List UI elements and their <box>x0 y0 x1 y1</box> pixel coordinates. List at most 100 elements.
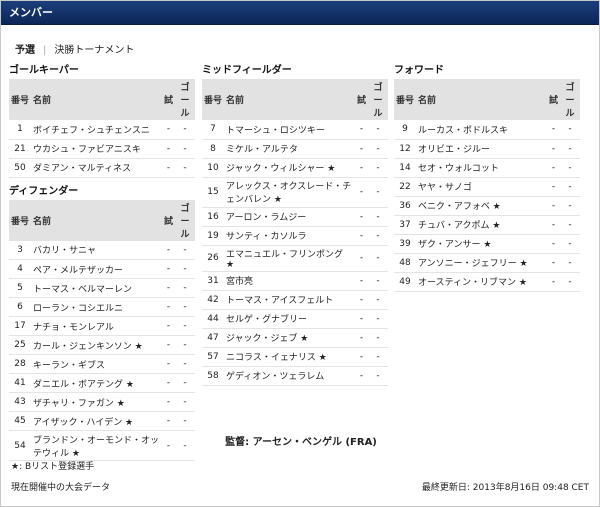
player-name[interactable]: エマニュエル・フリンポング ★ <box>224 245 355 272</box>
player-name[interactable]: ヤヤ・サノゴ <box>416 177 547 197</box>
player-name[interactable]: ナチョ・モンレアル <box>31 316 162 336</box>
player-name[interactable]: ルーカス・ポドルスキ <box>416 120 547 140</box>
player-name[interactable]: ザチャリ・ファガン ★ <box>31 392 162 412</box>
player-name[interactable]: キーラン・ギブス <box>31 354 162 374</box>
player-name[interactable]: ベニク・アフォベ ★ <box>416 196 547 216</box>
player-name[interactable]: ミケル・アルテタ <box>224 139 355 159</box>
player-matches: - <box>354 158 368 178</box>
midfielders-body: 7 トマーシュ・ロシツキー - -8 ミケル・アルテタ - -10 ジャック・ウィルシャー ★… <box>202 120 388 386</box>
table-row: 21 ウカシュ・ファビアニスキ - - <box>9 139 195 159</box>
player-name[interactable]: ジャック・ジェブ ★ <box>224 328 355 348</box>
player-name[interactable]: アンソニー・ジェフリー ★ <box>416 253 547 273</box>
forwards-body: 9 ルーカス・ポドルスキ - -12 オリビエ・ジルー - -14 セオ・ウォルコット - -22… <box>394 120 580 292</box>
player-number: 25 <box>9 335 31 355</box>
player-number: 6 <box>9 297 31 317</box>
player-name[interactable]: セルゲ・グナブリー <box>224 309 355 329</box>
player-goals: - <box>368 177 388 208</box>
player-matches: - <box>161 240 175 260</box>
table-row: 7 トマーシュ・ロシツキー - - <box>202 120 388 140</box>
col-matches: 試 <box>161 199 175 241</box>
player-matches: - <box>161 392 175 412</box>
player-number: 26 <box>202 245 224 272</box>
player-matches: - <box>546 253 560 273</box>
column-middle: ミッドフィールダー 番号 名前 試 ゴール 7 トマーシュ・ロシツキー - -8 ミケル… <box>202 63 388 386</box>
player-matches: - <box>161 316 175 336</box>
col-number: 番号 <box>9 199 31 241</box>
player-goals: - <box>175 411 195 431</box>
player-name[interactable]: トーマス・ベルマーレン <box>31 278 162 298</box>
player-number: 28 <box>9 354 31 374</box>
table-row: 36 ベニク・アフォベ ★ - - <box>394 196 580 216</box>
player-number: 8 <box>202 139 224 159</box>
player-name[interactable]: チュバ・アクポム ★ <box>416 215 547 235</box>
player-goals: - <box>560 234 580 254</box>
table-row: 8 ミケル・アルテタ - - <box>202 139 388 159</box>
player-goals: - <box>368 207 388 227</box>
player-matches: - <box>354 245 368 272</box>
player-matches: - <box>546 158 560 178</box>
player-name[interactable]: ペア・メルテザッカー <box>31 259 162 279</box>
player-matches: - <box>354 347 368 367</box>
player-number: 14 <box>394 158 416 178</box>
table-header-row: 番号 名前 試 ゴール <box>9 79 195 120</box>
midfielders-title: ミッドフィールダー <box>202 65 292 76</box>
table-row: 39 ザク・アンサー ★ - - <box>394 234 580 254</box>
col-goals: ゴール <box>175 79 195 120</box>
player-name[interactable]: ボイチェフ・シュチェンスニ <box>31 120 162 140</box>
player-name[interactable]: カール・ジェンキンソン ★ <box>31 335 162 355</box>
column-left: ゴールキーパー 番号 名前 試 ゴール 1 ボイチェフ・シュチェンスニ - -21 ウカ… <box>9 63 195 461</box>
table-row: 10 ジャック・ウィルシャー ★ - - <box>202 158 388 178</box>
player-name[interactable]: ダニエル・ボアテング ★ <box>31 373 162 393</box>
col-name: 名前 <box>224 79 355 120</box>
player-number: 37 <box>394 215 416 235</box>
table-row: 57 ニコラス・イェナリス ★ - - <box>202 347 388 367</box>
player-name[interactable]: サンティ・カソルラ <box>224 226 355 246</box>
player-name[interactable]: アレックス・オクスレード・チェンバレン ★ <box>224 177 355 208</box>
player-name[interactable]: トマーシュ・ロシツキー <box>224 120 355 140</box>
player-name[interactable]: アーロン・ラムジー <box>224 207 355 227</box>
player-name[interactable]: ニコラス・イェナリス ★ <box>224 347 355 367</box>
player-name[interactable]: ダミアン・マルティネス <box>31 158 162 178</box>
player-name[interactable]: ローラン・コシエルニ <box>31 297 162 317</box>
player-number: 36 <box>394 196 416 216</box>
table-row: 14 セオ・ウォルコット - - <box>394 158 580 178</box>
player-goals: - <box>560 120 580 140</box>
table-row: 44 セルゲ・グナブリー - - <box>202 309 388 329</box>
player-matches: - <box>354 328 368 348</box>
player-matches: - <box>546 120 560 140</box>
player-number: 17 <box>9 316 31 336</box>
player-goals: - <box>368 120 388 140</box>
table-row: 19 サンティ・カソルラ - - <box>202 226 388 246</box>
table-row: 31 宮市亮 - - <box>202 271 388 291</box>
tab-group-stage[interactable]: 予選 <box>15 41 35 56</box>
tab-knockout[interactable]: 決勝トーナメント <box>54 41 134 56</box>
player-goals: - <box>368 245 388 272</box>
player-name[interactable]: オースティン・リブマン ★ <box>416 272 547 292</box>
player-name[interactable]: ウカシュ・ファビアニスキ <box>31 139 162 159</box>
panel-header: メンバー <box>1 1 599 25</box>
player-matches: - <box>354 271 368 291</box>
player-goals: - <box>560 253 580 273</box>
player-name[interactable]: セオ・ウォルコット <box>416 158 547 178</box>
table-header-row: 番号 名前 試 ゴール <box>9 199 195 241</box>
player-name[interactable]: ジャック・ウィルシャー ★ <box>224 158 355 178</box>
player-goals: - <box>368 328 388 348</box>
defenders-table: 番号 名前 試 ゴール 3 バカリ・サニャ - -4 ペア・メルテザッカー - -5 トーマス… <box>9 199 195 461</box>
player-matches: - <box>546 215 560 235</box>
col-matches: 試 <box>354 79 368 120</box>
player-name[interactable]: ゲディオン・ツェラレム <box>224 366 355 386</box>
table-row: 41 ダニエル・ボアテング ★ - - <box>9 373 195 393</box>
player-name[interactable]: オリビエ・ジルー <box>416 139 547 159</box>
player-name[interactable]: ザク・アンサー ★ <box>416 234 547 254</box>
player-name[interactable]: 宮市亮 <box>224 271 355 291</box>
player-name[interactable]: バカリ・サニャ <box>31 240 162 260</box>
player-number: 48 <box>394 253 416 273</box>
col-number: 番号 <box>394 79 416 120</box>
player-goals: - <box>175 139 195 159</box>
player-name[interactable]: トーマス・アイスフェルト <box>224 290 355 310</box>
tab-separator: | <box>43 45 47 56</box>
table-row: 12 オリビエ・ジルー - - <box>394 139 580 159</box>
player-name[interactable]: アイザック・ハイデン ★ <box>31 411 162 431</box>
player-matches: - <box>546 177 560 197</box>
current-tournament-data-link: 現在開催中の大会データ <box>11 483 111 493</box>
